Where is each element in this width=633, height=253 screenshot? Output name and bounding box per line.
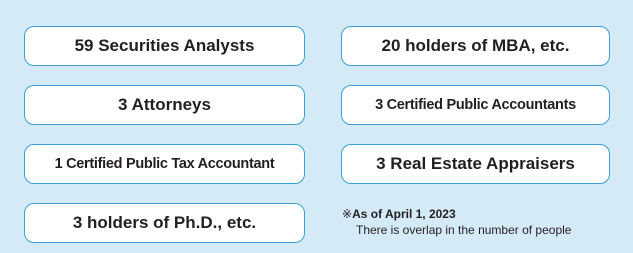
badge-label: 1 Certified Public Tax Accountant bbox=[54, 156, 275, 172]
badge-certified-public-accountants: 3 Certified Public Accountants bbox=[341, 85, 610, 125]
badge-phd-holders: 3 holders of Ph.D., etc. bbox=[24, 203, 305, 243]
badge-label: 59 Securities Analysts bbox=[74, 36, 255, 55]
badge-label: 20 holders of MBA, etc. bbox=[381, 36, 570, 55]
footnote-date-line: ※As of April 1, 2023 bbox=[342, 206, 571, 222]
badge-real-estate-appraisers: 3 Real Estate Appraisers bbox=[341, 144, 610, 184]
badge-label: 3 Real Estate Appraisers bbox=[376, 154, 575, 173]
badge-label: 3 Attorneys bbox=[118, 95, 211, 114]
qualifications-panel: 59 Securities Analysts 20 holders of MBA… bbox=[0, 0, 633, 253]
badge-label: 3 Certified Public Accountants bbox=[375, 97, 576, 113]
footnote-overlap: There is overlap in the number of people bbox=[356, 223, 572, 237]
badge-securities-analysts: 59 Securities Analysts bbox=[24, 26, 305, 66]
badge-mba-holders: 20 holders of MBA, etc. bbox=[341, 26, 610, 66]
footnote-date: As of April 1, 2023 bbox=[352, 207, 456, 221]
badge-attorneys: 3 Attorneys bbox=[24, 85, 305, 125]
footnote: ※As of April 1, 2023 There is overlap in… bbox=[342, 206, 571, 238]
badge-label: 3 holders of Ph.D., etc. bbox=[72, 213, 257, 232]
reference-mark: ※ bbox=[342, 207, 353, 221]
badge-certified-public-tax-accountant: 1 Certified Public Tax Accountant bbox=[24, 144, 305, 184]
